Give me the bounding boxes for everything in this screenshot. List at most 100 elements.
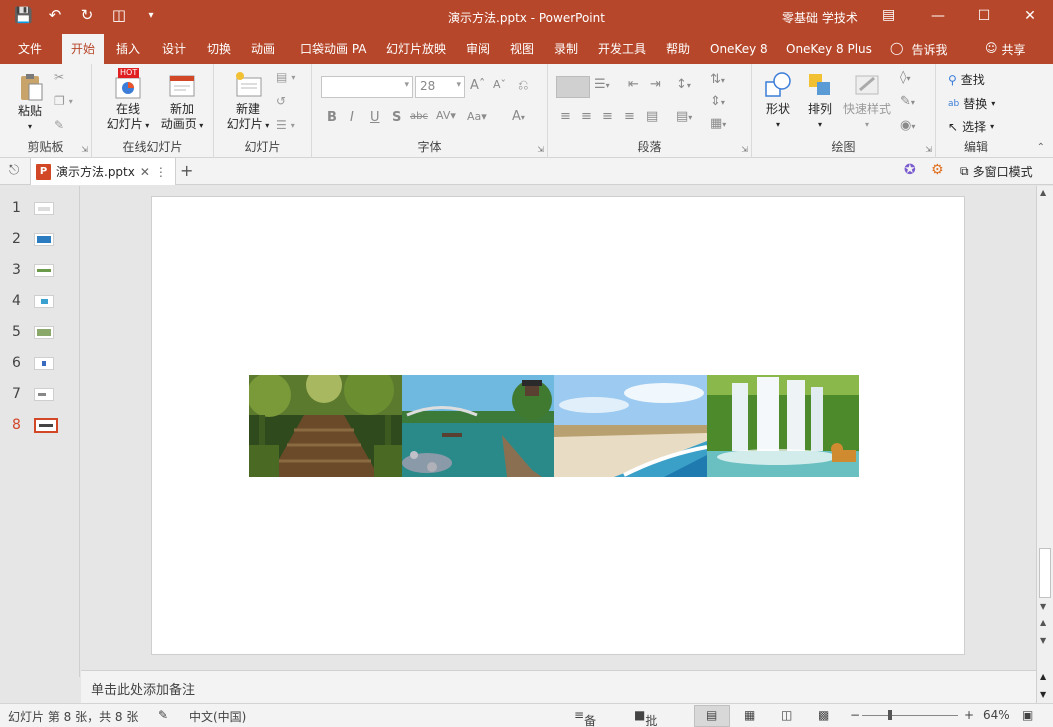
document-tab[interactable]: P 演示方法.pptx ✕ ⋮ (30, 158, 176, 185)
new-tab-icon[interactable]: + (180, 161, 193, 180)
zoom-level[interactable]: 64% (983, 708, 1010, 722)
user-name[interactable]: 零基础 学技术 (782, 9, 858, 26)
tab-record[interactable]: 录制 (552, 34, 580, 64)
magic-icon[interactable]: ✪ (904, 162, 916, 178)
notes-pane[interactable]: 单击此处添加备注 (81, 670, 1036, 703)
shapes-button[interactable]: 形状 ▾ (758, 70, 798, 132)
slide-thumbnail[interactable]: 3 (12, 260, 72, 280)
select-button[interactable]: ↖ 选择 ▾ (948, 118, 994, 135)
multi-window-button[interactable]: ⧉ 多窗口模式 (960, 163, 1033, 180)
arrange-button[interactable]: 排列 ▾ (800, 70, 840, 132)
close-icon[interactable]: ✕ (140, 165, 150, 179)
align-left-icon[interactable]: ≡ (560, 109, 571, 124)
present-icon[interactable]: ◫ (110, 6, 128, 24)
align-center-icon[interactable]: ≡ (581, 109, 592, 124)
tab-transitions[interactable]: 切换 (205, 34, 233, 64)
notes-scrollbar[interactable]: ▲ ▼ (1036, 670, 1053, 703)
next-slide-icon[interactable]: ▼ (1040, 636, 1046, 645)
section-icon[interactable]: ☰ ▾ (276, 118, 295, 132)
italic-icon[interactable]: I (350, 110, 354, 125)
new-slide-button[interactable]: 新建 幻灯片 ▾ (222, 70, 274, 133)
scroll-down-icon[interactable]: ▼ (1040, 602, 1046, 611)
tab-developer[interactable]: 开发工具 (596, 34, 648, 64)
slide-thumbnail[interactable]: 6 (12, 353, 72, 373)
bold-icon[interactable]: B (327, 110, 337, 125)
tab-view[interactable]: 视图 (508, 34, 536, 64)
shadow-icon[interactable]: S (392, 110, 401, 125)
find-button[interactable]: ⚲ 查找 (948, 71, 985, 88)
slide-thumbnail[interactable]: 7 (12, 384, 72, 404)
save-icon[interactable]: 💾 (14, 6, 33, 24)
tab-help[interactable]: 帮助 (664, 34, 692, 64)
scroll-down-icon[interactable]: ▼ (1040, 690, 1046, 699)
slide-canvas[interactable] (151, 196, 965, 655)
char-spacing-icon[interactable]: AV▾ (436, 109, 456, 122)
grow-font-icon[interactable]: Aˆ (470, 78, 485, 93)
customize-icon[interactable]: ▾ (142, 10, 160, 21)
tab-animations[interactable]: 动画 (249, 34, 277, 64)
reading-view-icon[interactable]: ◫ (781, 708, 792, 722)
cut-icon[interactable]: ✂ (54, 70, 64, 84)
tab-list-icon[interactable]: ⎋ (9, 163, 19, 178)
collapse-ribbon-icon[interactable]: ⌃ (1037, 142, 1045, 153)
paste-button[interactable]: 粘贴 ▾ (12, 72, 48, 134)
more-icon[interactable]: ⋮ (155, 165, 167, 179)
clear-format-icon[interactable]: ⎌ (518, 78, 528, 93)
dialog-launcher-icon[interactable]: ⇲ (925, 145, 932, 154)
slide-thumbnail-selected[interactable]: 8 (12, 415, 72, 435)
line-spacing-icon[interactable]: ↕▾ (676, 77, 691, 92)
underline-icon[interactable]: U (370, 110, 380, 125)
change-case-icon[interactable]: Aa▾ (467, 110, 487, 123)
scroll-up-icon[interactable]: ▲ (1040, 188, 1046, 197)
tell-me-box[interactable]: ◯ 告诉我 (890, 41, 947, 58)
font-name-input[interactable]: ▾ (321, 76, 413, 98)
notes-button[interactable]: ≡ 备注 (574, 708, 596, 727)
bullets-icon[interactable] (556, 76, 590, 98)
minimize-icon[interactable]: — (915, 0, 961, 32)
tab-home[interactable]: 开始 (62, 34, 104, 65)
tab-file[interactable]: 文件 (16, 34, 44, 64)
ribbon-display-options-icon[interactable]: ▤ (882, 7, 895, 23)
slide-thumbnail[interactable]: 5 (12, 322, 72, 342)
dialog-launcher-icon[interactable]: ⇲ (741, 145, 748, 154)
slide-sorter-icon[interactable]: ▦ (744, 708, 755, 722)
undo-icon[interactable]: ↶ (46, 6, 64, 24)
shape-effects-icon[interactable]: ◉▾ (900, 118, 915, 133)
tab-slideshow[interactable]: 幻灯片放映 (384, 34, 448, 64)
tab-onekey8-plus[interactable]: OneKey 8 Plus (784, 34, 874, 64)
columns-icon[interactable]: ▤▾ (676, 109, 692, 124)
share-button[interactable]: ☺ 共享 (985, 41, 1026, 58)
slide-count[interactable]: 幻灯片 第 8 张，共 8 张 (8, 708, 138, 725)
copy-icon[interactable]: ❐ ▾ (54, 94, 73, 108)
tab-design[interactable]: 设计 (160, 34, 188, 64)
photo-beach[interactable] (554, 375, 707, 477)
text-direction-icon[interactable]: ⇅▾ (710, 72, 725, 87)
scroll-up-icon[interactable]: ▲ (1040, 672, 1046, 681)
accessibility-icon[interactable]: ✎ (158, 708, 168, 722)
online-slides-button[interactable]: HOT 在线 幻灯片 ▾ (102, 68, 154, 133)
shape-outline-icon[interactable]: ✎▾ (900, 94, 915, 109)
slide-thumbnail[interactable]: 1 (12, 198, 72, 218)
reset-icon[interactable]: ↺ (276, 94, 286, 108)
language-indicator[interactable]: 中文(中国) (189, 708, 246, 725)
slideshow-icon[interactable]: ▩ (818, 708, 829, 722)
shape-fill-icon[interactable]: ◊▾ (900, 70, 910, 85)
new-animation-page-button[interactable]: 新加 动画页 ▾ (154, 70, 210, 133)
increase-indent-icon[interactable]: ⇥ (650, 77, 661, 92)
layout-icon[interactable]: ▤ ▾ (276, 70, 295, 84)
photo-forest-boardwalk[interactable] (249, 375, 402, 477)
dialog-launcher-icon[interactable]: ⇲ (537, 145, 544, 154)
font-size-input[interactable]: 28 ▾ (415, 76, 465, 98)
close-icon[interactable]: ✕ (1007, 0, 1053, 32)
distributed-icon[interactable]: ▤ (646, 109, 658, 124)
slide-thumbnail[interactable]: 4 (12, 291, 72, 311)
zoom-in-icon[interactable]: + (964, 708, 974, 722)
dialog-launcher-icon[interactable]: ⇲ (81, 145, 88, 154)
scrollbar-thumb[interactable] (1039, 548, 1051, 598)
tab-review[interactable]: 审阅 (464, 34, 492, 64)
maximize-icon[interactable]: ☐ (961, 0, 1007, 32)
quick-styles-button[interactable]: 快速样式 ▾ (840, 70, 894, 132)
smartart-icon[interactable]: ▦▾ (710, 116, 726, 131)
justify-icon[interactable]: ≡ (624, 109, 635, 124)
replace-button[interactable]: ab 替换 ▾ (948, 95, 995, 112)
